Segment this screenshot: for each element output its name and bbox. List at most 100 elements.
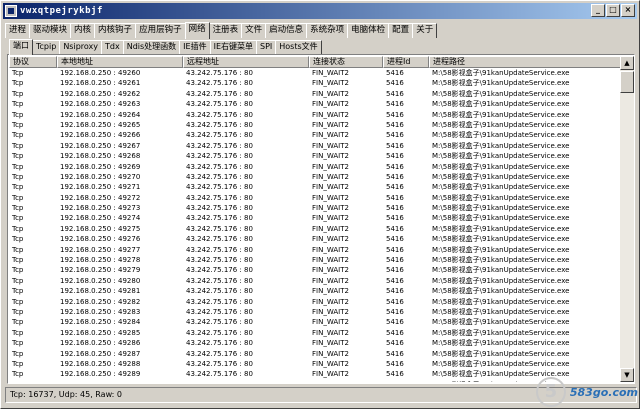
main-tab-bar: 进程 驱动模块 内核 内核钩子 应用层钩子 网络 注册表 文件 启动信息 系统杂项 电脑体检 配置 关于 xyxy=(5,22,438,39)
minimize-button[interactable]: _ xyxy=(591,4,605,17)
tab-5[interactable]: 网络 xyxy=(184,22,210,39)
table-row[interactable]: Tcp 192.168.0.250 : 49280 43.242.75.176 : … xyxy=(9,276,621,286)
subtab-7[interactable]: SPI xyxy=(256,40,277,54)
table-row[interactable]: Tcp 192.168.0.250 : 49279 43.242.75.176 : … xyxy=(9,265,621,275)
table-row[interactable]: Tcp 192.168.0.250 : 49264 43.242.75.176 : … xyxy=(9,110,621,120)
table-row[interactable]: Tcp 192.168.0.250 : 49273 43.242.75.176 : … xyxy=(9,203,621,213)
table-cell: Tcp xyxy=(12,172,24,181)
scroll-thumb[interactable] xyxy=(620,71,634,93)
table-cell: M:\58影视盒子\91kanUpdateService.exe xyxy=(432,110,570,119)
column-header[interactable]: 进程Id xyxy=(383,56,429,68)
tab-2[interactable]: 内核 xyxy=(70,23,96,38)
table-cell: 5416 xyxy=(386,297,404,306)
table-cell: M:\58影视盒子\91kanUpdateService.exe xyxy=(432,152,570,161)
table-row[interactable]: Tcp 192.168.0.250 : 49278 43.242.75.176 : … xyxy=(9,255,621,265)
table-row[interactable]: Tcp 192.168.0.250 : 49266 43.242.75.176 : … xyxy=(9,130,621,140)
table-row[interactable]: Tcp 192.168.0.250 : 49289 43.242.75.176 : … xyxy=(9,369,621,379)
table-row[interactable]: Tcp 192.168.0.250 : 49270 43.242.75.176 : … xyxy=(9,172,621,182)
table-row[interactable]: Tcp 192.168.0.250 : 49263 43.242.75.176 : … xyxy=(9,99,621,109)
tab-0[interactable]: 进程 xyxy=(5,23,31,38)
table-row[interactable]: Tcp 192.168.0.250 : 49286 43.242.75.176 : … xyxy=(9,338,621,348)
tab-3[interactable]: 内核钩子 xyxy=(94,23,137,38)
table-cell: 5416 xyxy=(386,69,404,77)
table-cell: 43.242.75.176 : 80 xyxy=(186,152,253,161)
table-cell: FIN_WAIT2 xyxy=(312,152,349,161)
close-button[interactable]: × xyxy=(621,4,635,17)
table-cell: 5416 xyxy=(386,214,404,223)
table-row[interactable]: Tcp 192.168.0.250 : 49260 43.242.75.176 : … xyxy=(9,68,621,78)
tab-10[interactable]: 电脑体检 xyxy=(347,23,390,38)
table-row[interactable]: Tcp 192.168.0.250 : 49275 43.242.75.176 : … xyxy=(9,224,621,234)
table-row[interactable]: Tcp192.168.0.250 : 4929043.242.75.176 : … xyxy=(9,380,621,382)
table-cell: 5416 xyxy=(386,152,404,161)
table-row[interactable]: Tcp 192.168.0.250 : 49268 43.242.75.176 : … xyxy=(9,151,621,161)
table-cell: 192.168.0.250 : 49271 xyxy=(60,183,141,192)
table-row[interactable]: Tcp 192.168.0.250 : 49282 43.242.75.176 : … xyxy=(9,297,621,307)
tab-6[interactable]: 注册表 xyxy=(208,23,243,38)
table-row[interactable]: Tcp 192.168.0.250 : 49267 43.242.75.176 : … xyxy=(9,141,621,151)
vertical-scrollbar[interactable]: ▲ ▼ xyxy=(620,56,634,382)
table-cell: 5416 xyxy=(386,131,404,140)
subtab-2[interactable]: Nsiproxy xyxy=(59,40,102,54)
table-row[interactable]: Tcp 192.168.0.250 : 49276 43.242.75.176 : … xyxy=(9,234,621,244)
table-cell: Tcp xyxy=(12,328,24,337)
table-cell: M:\58影视盒子\91kanUpdateService.exe xyxy=(432,349,570,358)
table-cell: 43.242.75.176 : 80 xyxy=(186,297,253,306)
table-cell: FIN_WAIT2 xyxy=(312,172,349,181)
connection-list[interactable]: 协议 本地地址 远程地址 连接状态 进程Id 进程路径 Tcp 192.168.0.250 … xyxy=(9,56,621,382)
table-row[interactable]: Tcp 192.168.0.250 : 49288 43.242.75.176 : … xyxy=(9,359,621,369)
column-header[interactable]: 协议 xyxy=(9,56,57,68)
table-row[interactable]: Tcp 192.168.0.250 : 49262 43.242.75.176 : … xyxy=(9,89,621,99)
subtab-0[interactable]: 端口 xyxy=(9,39,33,55)
tab-8[interactable]: 启动信息 xyxy=(265,23,308,38)
table-cell: 192.168.0.250 : 49266 xyxy=(60,131,141,140)
table-cell: 192.168.0.250 : 49284 xyxy=(60,318,141,327)
table-cell: Tcp xyxy=(12,318,24,327)
table-cell: 43.242.75.176 : 80 xyxy=(186,69,253,77)
title-bar[interactable]: vwxqtpejrykbjf _ □ × xyxy=(3,3,637,19)
table-row[interactable]: Tcp 192.168.0.250 : 49261 43.242.75.176 : … xyxy=(9,78,621,88)
table-cell: 5416 xyxy=(386,245,404,254)
column-header[interactable]: 连接状态 xyxy=(309,56,383,68)
tab-11[interactable]: 配置 xyxy=(388,23,414,38)
table-cell: FIN_WAIT2 xyxy=(312,287,349,296)
table-row[interactable]: Tcp 192.168.0.250 : 49283 43.242.75.176 : … xyxy=(9,307,621,317)
tab-1[interactable]: 驱动模块 xyxy=(29,23,72,38)
tab-4[interactable]: 应用层钩子 xyxy=(135,23,186,38)
table-row[interactable]: Tcp 192.168.0.250 : 49274 43.242.75.176 : … xyxy=(9,213,621,223)
table-row[interactable]: Tcp 192.168.0.250 : 49285 43.242.75.176 : … xyxy=(9,328,621,338)
table-cell: FIN_WAIT2 xyxy=(312,141,349,150)
subtab-5[interactable]: IE插件 xyxy=(179,40,211,54)
table-row[interactable]: Tcp 192.168.0.250 : 49269 43.242.75.176 : … xyxy=(9,162,621,172)
table-cell: 192.168.0.250 : 49268 xyxy=(60,152,141,161)
tab-9[interactable]: 系统杂项 xyxy=(306,23,349,38)
table-row[interactable]: Tcp 192.168.0.250 : 49287 43.242.75.176 : … xyxy=(9,349,621,359)
table-cell: 5416 xyxy=(386,100,404,109)
tab-7[interactable]: 文件 xyxy=(241,23,267,38)
table-row[interactable]: Tcp 192.168.0.250 : 49271 43.242.75.176 : … xyxy=(9,182,621,192)
subtab-4[interactable]: Ndis处理函数 xyxy=(122,40,181,54)
table-row[interactable]: Tcp 192.168.0.250 : 49272 43.242.75.176 : … xyxy=(9,193,621,203)
tab-12[interactable]: 关于 xyxy=(412,23,438,38)
subtab-3[interactable]: Tdx xyxy=(101,40,124,54)
table-cell: 5416 xyxy=(386,162,404,171)
table-cell: 5416 xyxy=(386,349,404,358)
column-header[interactable]: 远程地址 xyxy=(183,56,309,68)
subtab-1[interactable]: Tcpip xyxy=(32,40,61,54)
table-row[interactable]: Tcp 192.168.0.250 : 49265 43.242.75.176 : … xyxy=(9,120,621,130)
table-cell: 192.168.0.250 : 49280 xyxy=(60,276,141,285)
table-cell: 5416 xyxy=(386,287,404,296)
port-list-panel: 协议 本地地址 远程地址 连接状态 进程Id 进程路径 Tcp 192.168.0.250 … xyxy=(7,54,635,384)
column-header[interactable]: 本地地址 xyxy=(57,56,183,68)
table-row[interactable]: Tcp 192.168.0.250 : 49281 43.242.75.176 : … xyxy=(9,286,621,296)
column-header[interactable]: 进程路径 xyxy=(429,56,621,68)
table-cell: M:\58影视盒子\91kanUpdateService.exe xyxy=(432,79,570,88)
table-cell: Tcp xyxy=(12,69,24,77)
table-row[interactable]: Tcp 192.168.0.250 : 49277 43.242.75.176 : … xyxy=(9,245,621,255)
maximize-button[interactable]: □ xyxy=(606,4,620,17)
table-row[interactable]: Tcp 192.168.0.250 : 49284 43.242.75.176 : … xyxy=(9,317,621,327)
subtab-8[interactable]: Hosts文件 xyxy=(275,40,322,54)
scroll-up-arrow-icon[interactable]: ▲ xyxy=(620,56,634,70)
subtab-6[interactable]: IE右键菜单 xyxy=(209,40,257,54)
table-cell: 43.242.75.176 : 80 xyxy=(186,224,253,233)
